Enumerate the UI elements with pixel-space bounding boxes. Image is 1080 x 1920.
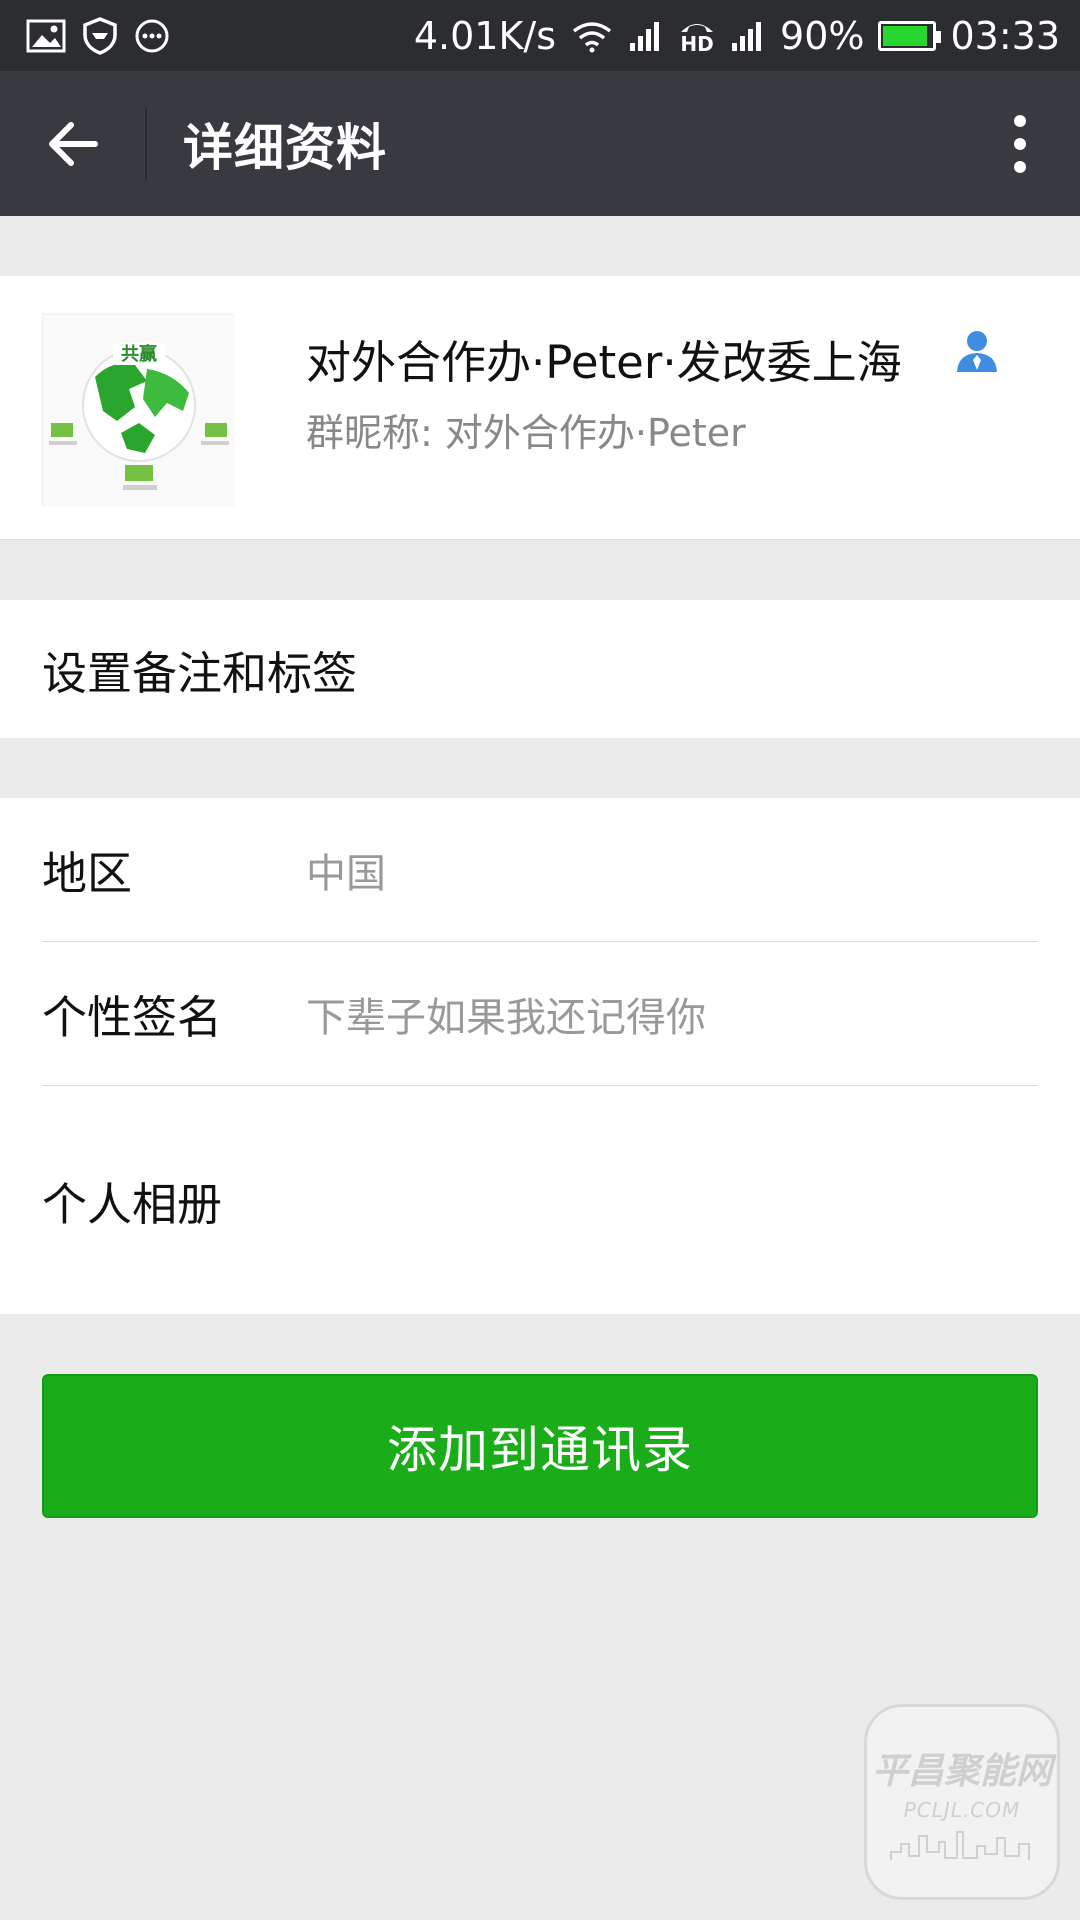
info-section: 地区 中国 个性签名 下辈子如果我还记得你 个人相册 [0, 798, 1080, 1314]
shield-icon [82, 16, 118, 55]
personal-album-row[interactable]: 个人相册 [42, 1086, 1038, 1314]
status-right: 4.01K/s HD 90% 03:33 [414, 14, 1060, 58]
call-icon: HD [678, 18, 716, 54]
add-to-contacts-button[interactable]: 添加到通讯录 [42, 1374, 1038, 1518]
profile-name: 对外合作办·Peter·发改委上海 [306, 336, 902, 389]
region-label: 地区 [42, 847, 133, 900]
watermark-sub: PCLJL.COM [903, 1798, 1021, 1822]
svg-text:共赢: 共赢 [121, 343, 157, 365]
more-vertical-icon [1014, 114, 1026, 173]
chat-bubble-icon [134, 18, 170, 54]
signal-icon [628, 19, 664, 53]
battery-percent: 90% [780, 13, 865, 58]
region-row: 地区 中国 [42, 798, 1038, 942]
title-divider [145, 107, 147, 180]
contact-person-icon [954, 328, 1000, 378]
album-label: 个人相册 [42, 1177, 223, 1231]
title-bar: 详细资料 [0, 71, 1080, 216]
wifi-icon [570, 19, 614, 53]
image-icon [26, 19, 66, 53]
battery-icon [878, 20, 942, 51]
watermark-logo: 平昌聚能网 PCLJL.COM [864, 1704, 1060, 1900]
network-speed: 4.01K/s [413, 13, 557, 58]
group-nickname: 群昵称: 对外合作办·Peter [306, 411, 746, 455]
arrow-left-icon [48, 121, 98, 166]
signature-row: 个性签名 下辈子如果我还记得你 [42, 942, 1038, 1086]
region-value: 中国 [306, 850, 386, 897]
signature-value: 下辈子如果我还记得你 [306, 994, 706, 1041]
avatar[interactable]: 共赢 [42, 314, 235, 507]
page-title: 详细资料 [183, 118, 387, 177]
profile-card: 共赢 对外合作办·Peter·发改委上海 群昵称: 对外合作办·Peter [0, 276, 1080, 540]
skyline-icon [890, 1831, 1030, 1860]
set-remarks-and-tags[interactable]: 设置备注和标签 [0, 600, 1080, 738]
status-left [26, 16, 170, 55]
hd-label: HD [680, 31, 714, 56]
watermark-main: 平昌聚能网 [871, 1751, 1052, 1792]
remarks-label: 设置备注和标签 [42, 646, 358, 700]
signature-label: 个性签名 [42, 991, 223, 1044]
battery-fill [883, 25, 927, 46]
more-button[interactable] [960, 71, 1080, 216]
clock: 03:33 [950, 13, 1060, 58]
signal-icon [730, 19, 766, 53]
status-bar: 4.01K/s HD 90% 03:33 [0, 0, 1080, 71]
back-button[interactable] [0, 71, 145, 216]
globe-icon: 共赢 [43, 315, 235, 507]
